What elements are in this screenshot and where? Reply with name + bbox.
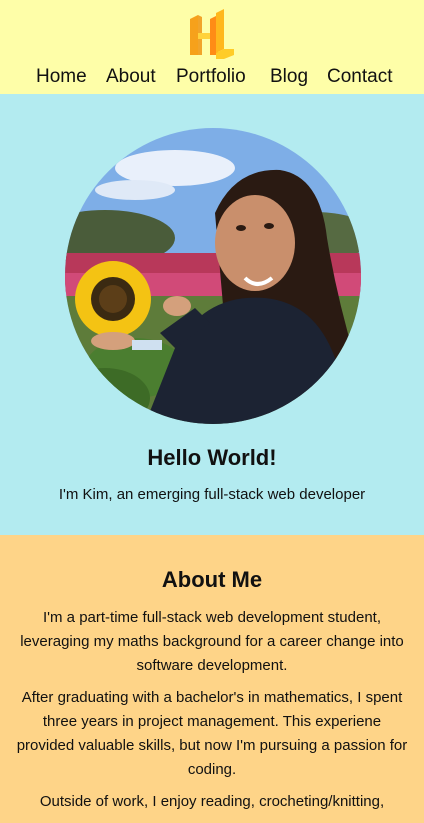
about-paragraph-2: After graduating with a bachelor's in ma… xyxy=(16,689,408,778)
nav-home[interactable]: Home xyxy=(36,66,87,88)
site-header: Home About Portfolio Blog Contact xyxy=(0,0,424,94)
logo-icon[interactable] xyxy=(188,9,236,59)
profile-photo xyxy=(65,128,361,424)
nav-about[interactable]: About xyxy=(106,66,156,88)
nav-contact[interactable]: Contact xyxy=(327,66,392,88)
about-title: About Me xyxy=(161,567,263,592)
nav-portfolio[interactable]: Portfolio xyxy=(176,66,246,88)
about-paragraph-1: I'm a part-time full-stack web developme… xyxy=(20,609,404,674)
nav-blog[interactable]: Blog xyxy=(270,66,308,88)
hero-subtitle: I'm Kim, an emerging full-stack web deve… xyxy=(58,486,366,503)
main-nav: Home About Portfolio Blog Contact xyxy=(0,66,424,94)
about-paragraph-3: Outside of work, I enjoy reading, croche… xyxy=(39,793,385,810)
hero-title: Hello World! xyxy=(147,445,277,470)
